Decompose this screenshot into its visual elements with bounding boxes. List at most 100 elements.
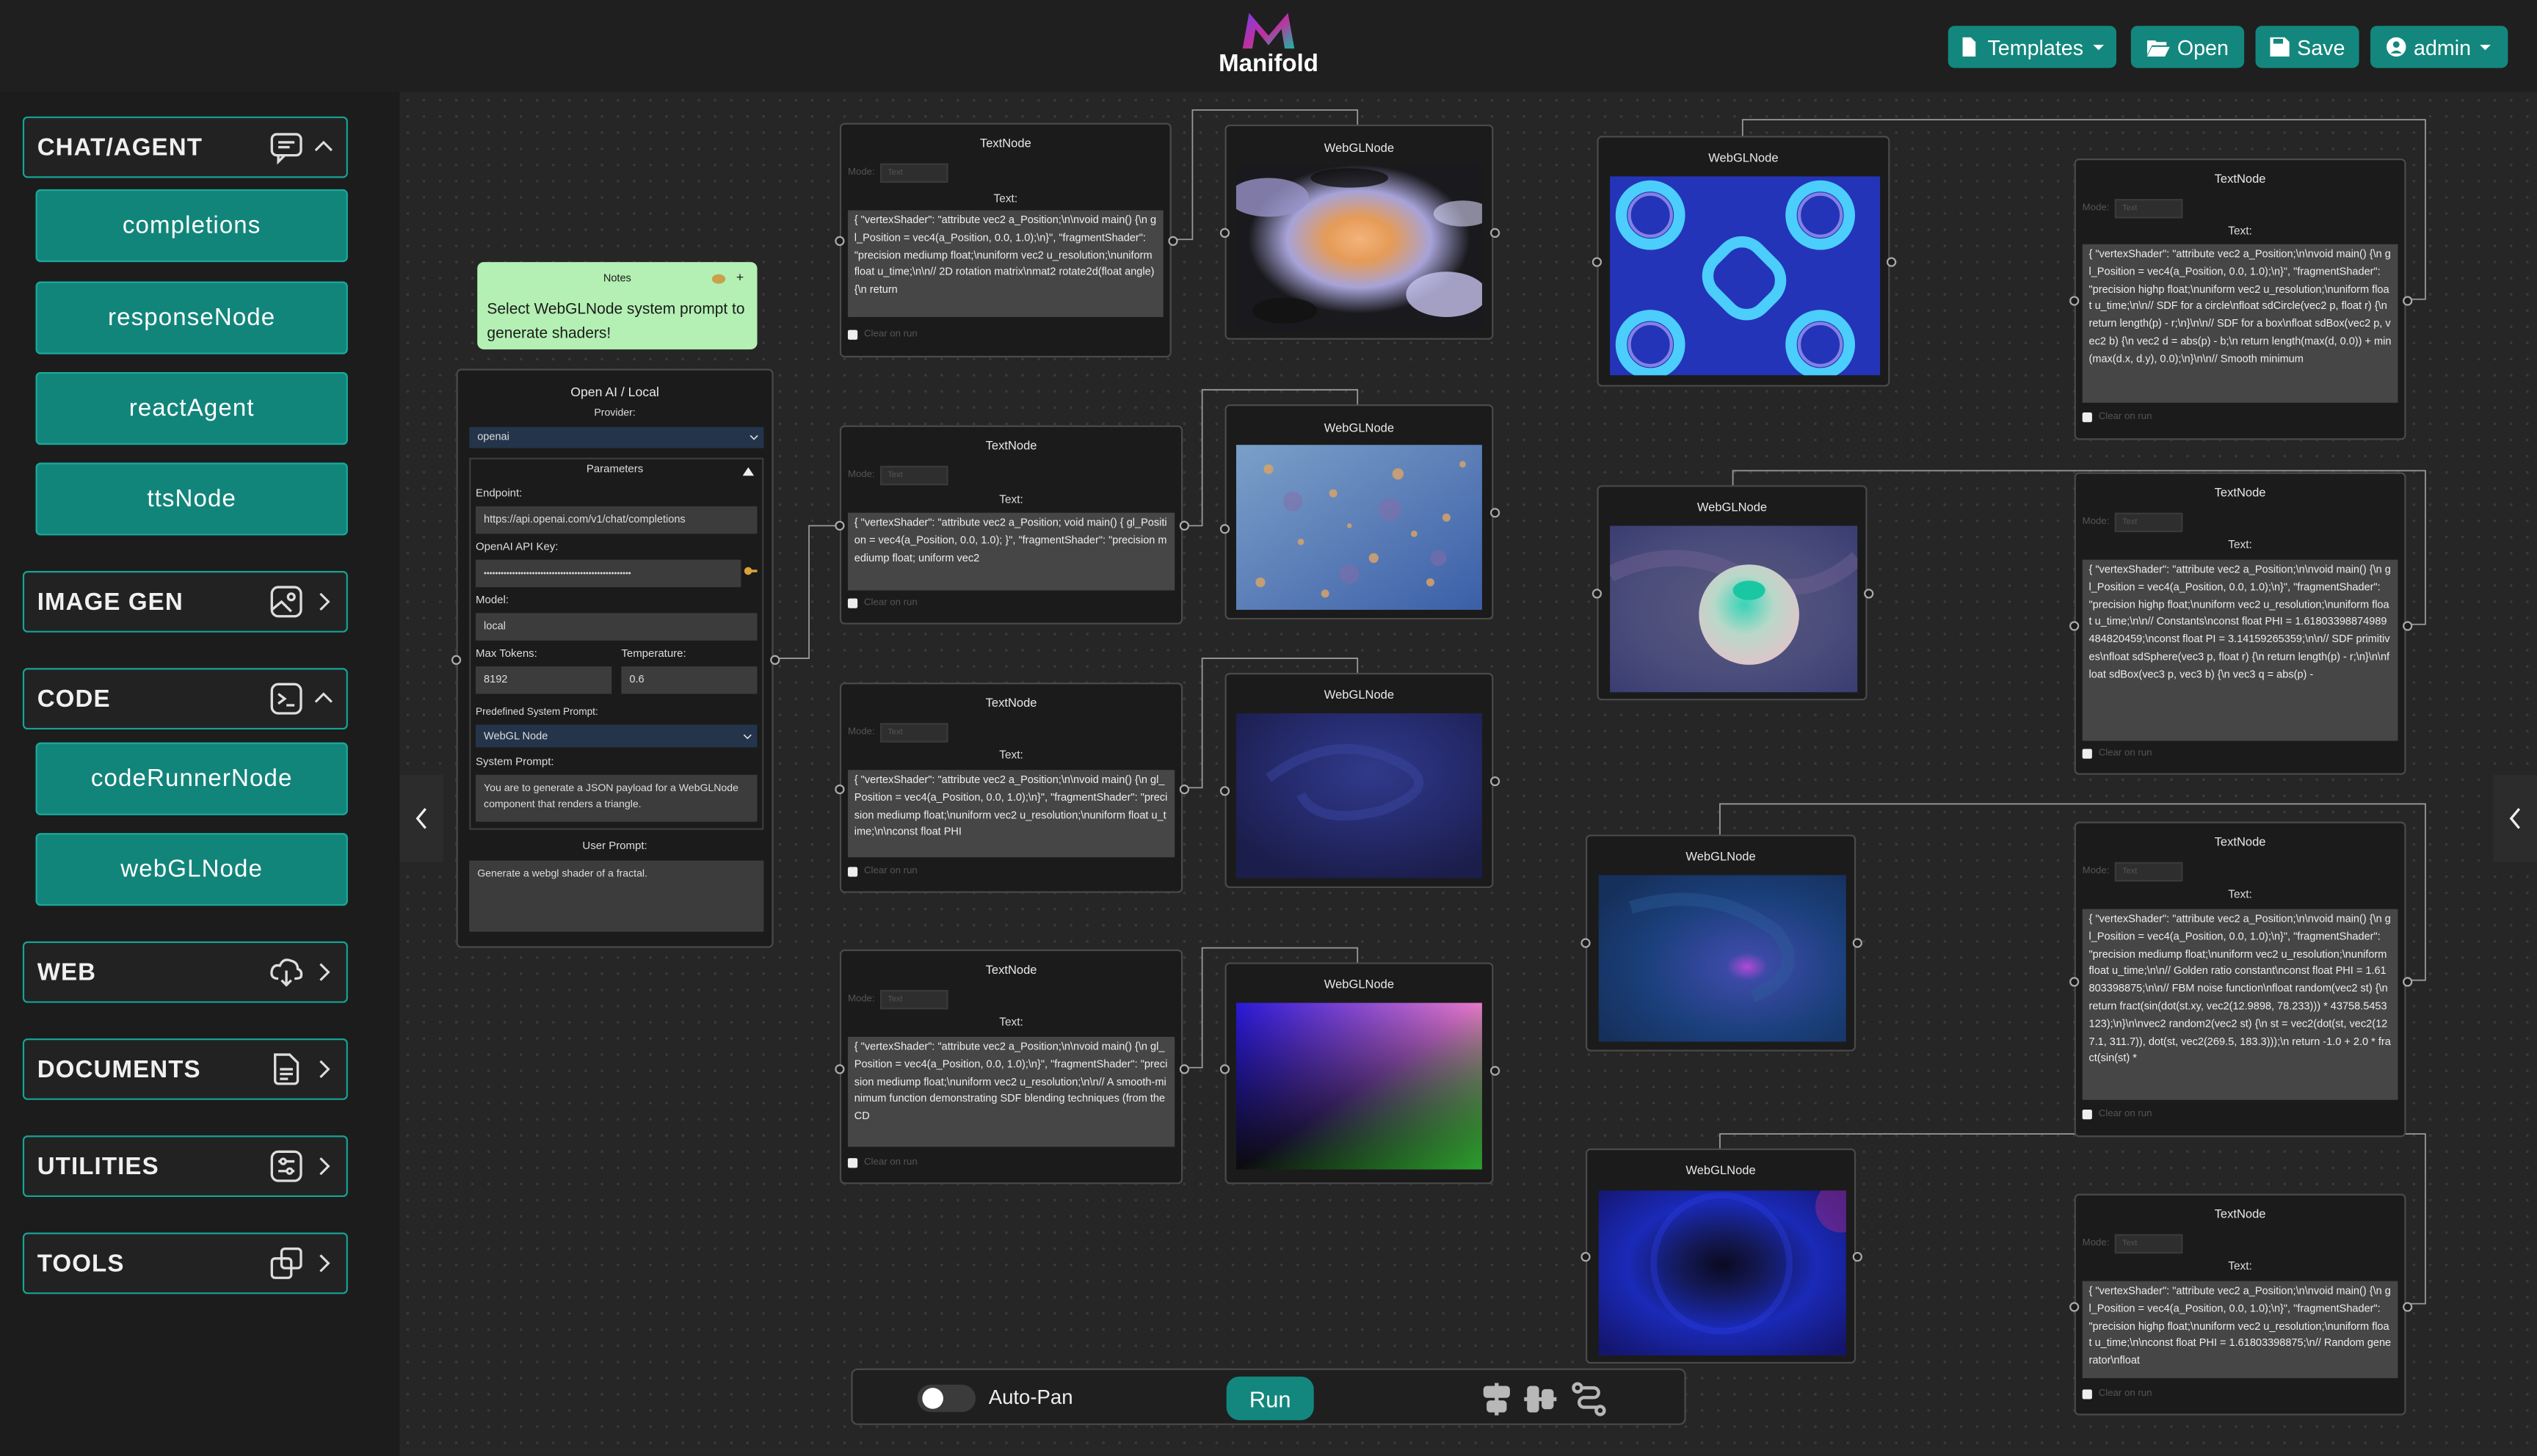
webgl-node[interactable]: WebGLNode [1591, 485, 1874, 701]
section-web[interactable]: WEB [22, 941, 348, 1003]
webgl-canvas[interactable] [1598, 875, 1846, 1042]
input-handle[interactable] [2069, 977, 2080, 987]
max-tokens-input[interactable]: 8192 [476, 666, 612, 694]
output-handle[interactable] [2403, 296, 2413, 306]
webgl-node[interactable]: WebGLNode [1580, 834, 1862, 1052]
collapse-triangle-icon[interactable] [742, 466, 755, 477]
section-documents[interactable]: DOCUMENTS [22, 1038, 348, 1100]
text-content[interactable]: { "vertexShader": "attribute vec2 a_Posi… [847, 770, 1175, 858]
webgl-node[interactable]: WebGLNode [1219, 404, 1500, 620]
webgl-canvas[interactable] [1235, 445, 1482, 610]
input-handle[interactable] [835, 784, 845, 795]
clear-on-run-checkbox[interactable]: Clear on run [847, 330, 918, 340]
webgl-node[interactable]: WebGLNode [1580, 1148, 1862, 1364]
open-button[interactable]: Open [2130, 26, 2245, 68]
section-image-gen[interactable]: IMAGE GEN [22, 571, 348, 633]
output-handle[interactable] [1489, 508, 1500, 518]
input-handle[interactable] [1219, 786, 1230, 796]
text-content[interactable]: { "vertexShader": "attribute vec2 a_Posi… [2082, 244, 2398, 403]
auto-layout-icon[interactable] [1571, 1381, 1606, 1416]
text-node[interactable]: TextNode Mode: Text Text: { "vertexShader… [835, 949, 1190, 1184]
clear-on-run-checkbox[interactable]: Clear on run [847, 867, 918, 877]
text-node[interactable]: TextNode Mode: Text Text: { "vertexShader… [2069, 821, 2413, 1138]
templates-button[interactable]: Templates [1948, 26, 2116, 68]
temperature-input[interactable]: 0.6 [621, 666, 758, 694]
mode-selector[interactable]: Mode: Text [848, 163, 948, 183]
webgl-node[interactable]: WebGLNode [1219, 672, 1500, 889]
webgl-canvas[interactable] [1610, 176, 1881, 376]
output-handle[interactable] [1179, 784, 1190, 795]
user-prompt-input[interactable]: Generate a webgl shader of a fractal. [469, 860, 764, 932]
output-handle[interactable] [1489, 776, 1500, 787]
webgl-canvas[interactable] [1235, 164, 1482, 330]
text-node[interactable]: TextNode Mode: Text Text: { "vertexShader… [835, 123, 1178, 358]
webgl-node[interactable]: WebGLNode [1591, 136, 1897, 387]
text-node[interactable]: TextNode Mode: Text Text: { "vertexShader… [2069, 159, 2413, 440]
input-handle[interactable] [835, 520, 845, 531]
output-handle[interactable] [1179, 1064, 1190, 1074]
text-node[interactable]: TextNode Mode: Text Text: { "vertexShader… [835, 682, 1190, 893]
mode-selector[interactable]: Mode: Text [2083, 862, 2182, 882]
endpoint-input[interactable]: https://api.openai.com/v1/chat/completio… [476, 506, 758, 534]
mode-selector[interactable]: Mode: Text [2083, 512, 2182, 533]
predefined-prompt-select[interactable]: WebGL Node [476, 724, 758, 748]
webgl-canvas[interactable] [1598, 1190, 1846, 1356]
output-handle[interactable] [1852, 938, 1862, 948]
webgl-node[interactable]: WebGLNode [1219, 124, 1500, 340]
align-horizontal-icon[interactable] [1522, 1381, 1558, 1416]
clear-on-run-checkbox[interactable]: Clear on run [2082, 1110, 2152, 1120]
run-button[interactable]: Run [1226, 1376, 1314, 1421]
node-button-reactagent[interactable]: reactAgent [35, 371, 348, 445]
output-handle[interactable] [1489, 1066, 1500, 1076]
notes-add-icon[interactable]: + [736, 270, 744, 285]
system-prompt-input[interactable]: You are to generate a JSON payload for a… [476, 774, 758, 822]
collapse-right-tab[interactable] [2493, 774, 2537, 862]
webgl-canvas[interactable] [1235, 713, 1482, 878]
clear-on-run-checkbox[interactable]: Clear on run [2082, 412, 2152, 423]
output-handle[interactable] [1852, 1251, 1862, 1262]
text-content[interactable]: { "vertexShader": "attribute vec2 a_Posi… [847, 1036, 1175, 1147]
text-content[interactable]: { "vertexShader": "attribute vec2 a_Posi… [847, 512, 1175, 591]
mode-selector[interactable]: Mode: Text [848, 465, 948, 486]
clear-on-run-checkbox[interactable]: Clear on run [2082, 749, 2152, 759]
align-vertical-icon[interactable] [1479, 1381, 1514, 1416]
input-handle[interactable] [835, 236, 845, 247]
collapse-left-tab[interactable] [399, 774, 443, 862]
output-handle[interactable] [770, 655, 780, 665]
input-handle[interactable] [2069, 1302, 2080, 1312]
api-key-input[interactable]: ••••••••••••••••••••••••••••••••••••••••… [476, 559, 741, 588]
section-tools[interactable]: TOOLS [22, 1232, 348, 1295]
text-node[interactable]: TextNode Mode: Text Text: { "vertexShader… [2069, 1193, 2413, 1416]
output-handle[interactable] [2403, 621, 2413, 631]
text-content[interactable]: { "vertexShader": "attribute vec2 a_Posi… [847, 210, 1164, 318]
key-icon[interactable] [744, 564, 758, 578]
section-code[interactable]: CODE [22, 668, 348, 730]
input-handle[interactable] [835, 1064, 845, 1074]
node-button-coderunnernode[interactable]: codeRunnerNode [35, 742, 348, 815]
output-handle[interactable] [1179, 520, 1190, 531]
autopan-toggle[interactable] [917, 1384, 976, 1413]
user-menu-button[interactable]: admin [2370, 26, 2508, 68]
mode-selector[interactable]: Mode: Text [2083, 1234, 2182, 1254]
mode-selector[interactable]: Mode: Text [848, 723, 948, 743]
text-content[interactable]: { "vertexShader": "attribute vec2 a_Posi… [2082, 1281, 2398, 1378]
mode-selector[interactable]: Mode: Text [848, 989, 948, 1010]
output-handle[interactable] [1168, 236, 1178, 247]
webgl-canvas[interactable] [1235, 1002, 1482, 1170]
clear-on-run-checkbox[interactable]: Clear on run [847, 598, 918, 608]
output-handle[interactable] [1864, 589, 1874, 599]
output-handle[interactable] [1489, 228, 1500, 239]
input-handle[interactable] [1591, 257, 1603, 267]
node-button-webglnode[interactable]: webGLNode [35, 833, 348, 906]
clear-on-run-checkbox[interactable]: Clear on run [2082, 1389, 2152, 1399]
input-handle[interactable] [2069, 621, 2080, 631]
text-content[interactable]: { "vertexShader": "attribute vec2 a_Posi… [2082, 909, 2398, 1100]
input-handle[interactable] [2069, 296, 2080, 306]
input-handle[interactable] [1219, 1064, 1230, 1074]
section-chat-agent[interactable]: CHAT/AGENT [22, 116, 348, 178]
node-button-responsenode[interactable]: responseNode [35, 281, 348, 354]
notes-node[interactable]: Notes + Select WebGLNode system prompt t… [477, 262, 758, 350]
input-handle[interactable] [1219, 228, 1230, 239]
node-button-ttsnode[interactable]: ttsNode [35, 462, 348, 536]
output-handle[interactable] [2403, 977, 2413, 987]
